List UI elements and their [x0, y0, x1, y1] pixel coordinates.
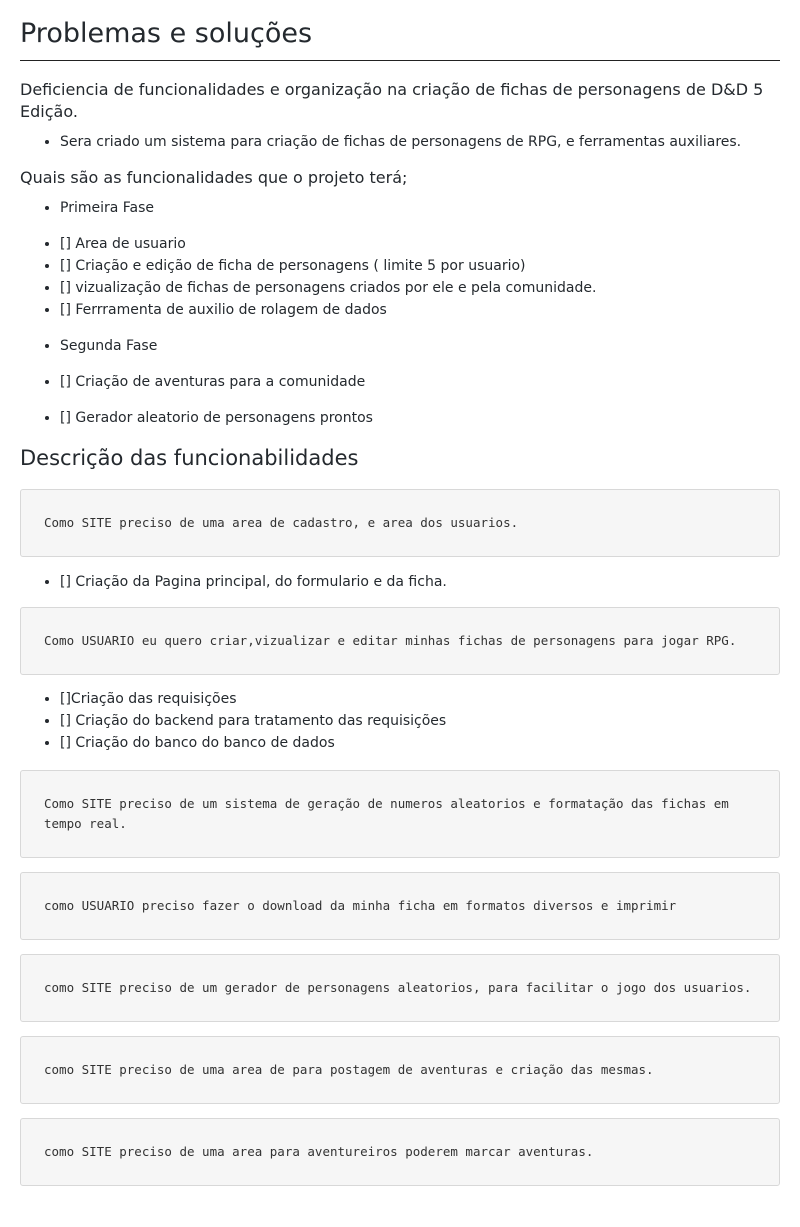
user-story: Como SITE preciso de uma area de cadastr… [20, 489, 780, 557]
user-story: como USUARIO preciso fazer o download da… [20, 872, 780, 940]
list-item: [] Gerador aleatorio de personagens pron… [60, 407, 780, 429]
page-title: Problemas e soluções [20, 0, 780, 61]
list-item: [] vizualização de fichas de personagens… [60, 277, 780, 299]
list-item: [] Ferrramenta de auxilio de rolagem de … [60, 299, 780, 321]
phase1-list: [] Area de usuario [] Criação e edição d… [20, 233, 780, 321]
problem-statement: Deficiencia de funcionalidades e organiz… [20, 80, 764, 121]
phase2-list-b: [] Gerador aleatorio de personagens pron… [20, 407, 780, 429]
user-story: como SITE preciso de uma area de para po… [20, 1036, 780, 1104]
story1-task-list: [] Criação da Pagina principal, do formu… [20, 571, 780, 593]
user-story: como SITE preciso de um gerador de perso… [20, 954, 780, 1022]
phase2-list-a: [] Criação de aventuras para a comunidad… [20, 371, 780, 393]
list-item: Sera criado um sistema para criação de f… [60, 131, 780, 153]
phase2-label: Segunda Fase [60, 335, 780, 357]
solution-list: Sera criado um sistema para criação de f… [20, 131, 780, 153]
user-story: Como USUARIO eu quero criar,vizualizar e… [20, 607, 780, 675]
story2-task-list: []Criação das requisições [] Criação do … [20, 688, 780, 754]
document: Problemas e soluções Deficiencia de func… [0, 0, 800, 1186]
list-item: [] Criação do backend para tratamento da… [60, 710, 780, 732]
list-item: [] Criação e edição de ficha de personag… [60, 255, 780, 277]
list-item: [] Criação de aventuras para a comunidad… [60, 371, 780, 393]
user-story: Como SITE preciso de um sistema de geraç… [20, 770, 780, 858]
user-story: como SITE preciso de uma area para avent… [20, 1118, 780, 1186]
phase1-label: Primeira Fase [60, 197, 780, 219]
features-intro: Quais são as funcionalidades que o proje… [20, 168, 408, 187]
phase1-heading-list: Primeira Fase [20, 197, 780, 219]
section-title: Descrição das funcionabilidades [20, 446, 359, 470]
list-item: []Criação das requisições [60, 688, 780, 710]
list-item: [] Criação da Pagina principal, do formu… [60, 571, 780, 593]
list-item: [] Area de usuario [60, 233, 780, 255]
list-item: [] Criação do banco do banco de dados [60, 732, 780, 754]
phase2-heading-list: Segunda Fase [20, 335, 780, 357]
